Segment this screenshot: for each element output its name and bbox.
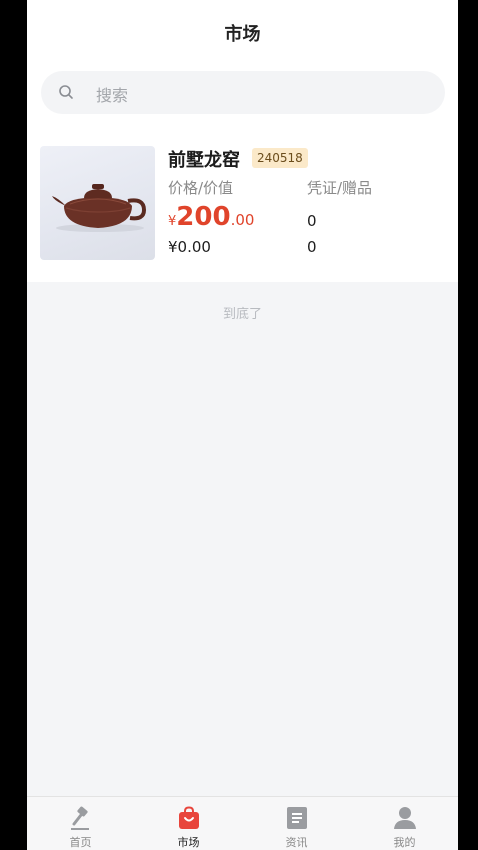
product-value: ¥0.00 [168, 238, 211, 256]
gift-count: 0 [307, 238, 317, 256]
list-end-text: 到底了 [222, 307, 262, 322]
search-icon [59, 85, 73, 99]
teapot-image [40, 146, 155, 260]
app-screen: 市场 搜索 前墅龙窑 240518 价格/价值 凭证/赠品 ¥200.00 0 … [27, 0, 458, 850]
tab-news[interactable]: 资讯 [243, 797, 350, 850]
product-price: ¥200.00 [168, 202, 254, 232]
header-section: 市场 搜索 前墅龙窑 240518 价格/价值 凭证/赠品 ¥200.00 0 … [27, 0, 458, 282]
bottom-tab-bar: 首页 市场 资讯 我的 [27, 796, 458, 850]
price-decimal: .00 [230, 211, 255, 229]
product-card[interactable]: 前墅龙窑 240518 价格/价值 凭证/赠品 ¥200.00 0 ¥0.00 … [27, 140, 458, 270]
voucher-label: 凭证/赠品 [307, 179, 373, 197]
shopping-bag-icon [179, 806, 199, 829]
tab-profile[interactable]: 我的 [351, 797, 458, 850]
search-input[interactable]: 搜索 [96, 82, 128, 106]
page-title: 市场 [224, 24, 261, 45]
product-code-badge: 240518 [252, 148, 308, 168]
tab-label: 我的 [393, 836, 416, 849]
gavel-icon [71, 806, 89, 830]
tab-home[interactable]: 首页 [27, 797, 134, 850]
tab-label: 资讯 [285, 836, 308, 849]
user-icon [394, 807, 416, 829]
tab-label: 市场 [177, 836, 200, 849]
search-bar[interactable]: 搜索 [41, 71, 445, 114]
voucher-count: 0 [307, 212, 317, 230]
tab-market[interactable]: 市场 [135, 797, 242, 850]
news-icon [287, 807, 307, 829]
price-integer: 200 [176, 202, 231, 232]
price-label: 价格/价值 [168, 179, 234, 197]
product-name: 前墅龙窑 [168, 150, 240, 171]
tab-label: 首页 [69, 836, 92, 849]
